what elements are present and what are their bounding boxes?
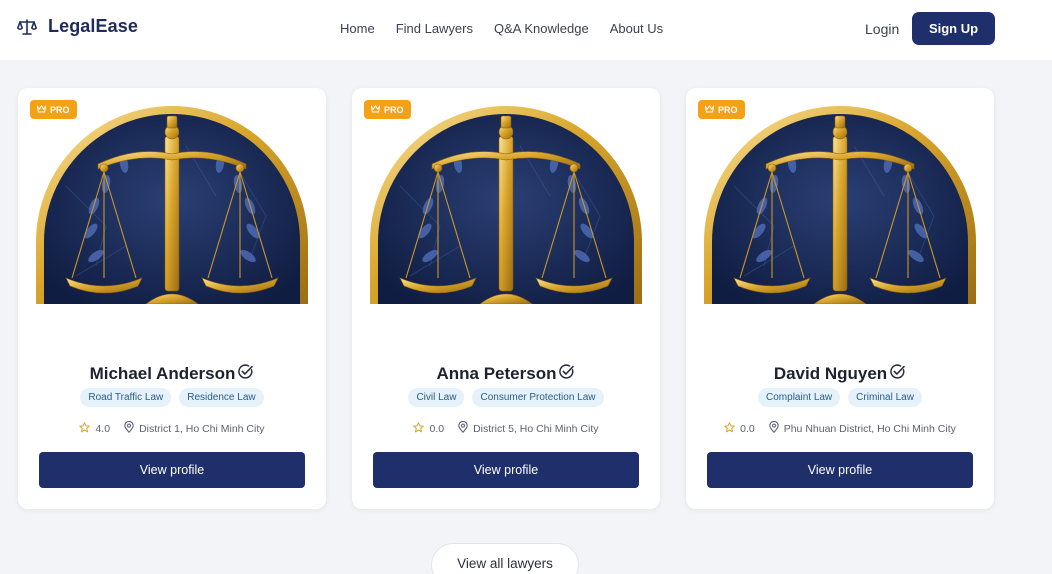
pro-badge: PRO: [364, 100, 411, 119]
nav-find-lawyers[interactable]: Find Lawyers: [396, 21, 473, 36]
view-profile-button[interactable]: View profile: [39, 452, 305, 488]
rating-value: 0.0: [740, 422, 755, 435]
view-profile-button[interactable]: View profile: [373, 452, 639, 488]
lawyer-name-row: Michael Anderson: [18, 363, 326, 385]
brand-name: LegalEase: [48, 16, 138, 36]
view-all-lawyers-button[interactable]: View all lawyers: [431, 543, 579, 574]
lawyer-meta: 0.0 District 5, Ho Chi Minh City: [352, 420, 660, 436]
top-navbar: LegalEase Home Find Lawyers Q&A Knowledg…: [0, 0, 1052, 60]
specialty-tags: Complaint Law Criminal Law: [686, 388, 994, 407]
location-text: District 5, Ho Chi Minh City: [473, 422, 599, 435]
rating-value: 4.0: [95, 422, 111, 435]
crown-icon: [704, 104, 715, 115]
lawyer-photo: [370, 106, 642, 305]
specialty-tag[interactable]: Complaint Law: [758, 388, 841, 407]
location-text: District 1, Ho Chi Minh City: [139, 422, 265, 435]
verified-check-icon: [889, 363, 906, 385]
lawyer-name[interactable]: David Nguyen: [774, 364, 887, 384]
scales-icon: [17, 18, 37, 36]
lawyer-card: PRO Anna Peterson Civil Law Consumer Pro…: [352, 88, 660, 509]
pro-badge-label: PRO: [384, 104, 404, 115]
star-icon: [413, 421, 425, 436]
specialty-tag[interactable]: Consumer Protection Law: [472, 388, 604, 407]
signup-button[interactable]: Sign Up: [912, 12, 995, 45]
specialty-tag[interactable]: Road Traffic Law: [80, 388, 172, 407]
map-pin-icon: [124, 420, 134, 436]
brand-logo[interactable]: LegalEase: [17, 16, 138, 37]
location-text: Phu Nhuan District, Ho Chi Minh City: [783, 422, 956, 435]
rating-value: 0.0: [429, 422, 445, 435]
main-nav: Home Find Lawyers Q&A Knowledge About Us: [340, 21, 663, 36]
lawyer-photo: [704, 106, 976, 305]
pro-badge: PRO: [698, 100, 745, 119]
verified-check-icon: [558, 363, 575, 385]
star-icon: [724, 421, 735, 436]
verified-check-icon: [237, 363, 254, 385]
specialty-tags: Civil Law Consumer Protection Law: [352, 388, 660, 407]
crown-icon: [370, 104, 381, 115]
lawyer-meta: 0.0 Phu Nhuan District, Ho Chi Minh City: [686, 420, 994, 436]
specialty-tag[interactable]: Residence Law: [179, 388, 264, 407]
lawyer-meta: 4.0 District 1, Ho Chi Minh City: [18, 420, 326, 436]
lawyer-name-row: Anna Peterson: [352, 363, 660, 385]
lawyer-name[interactable]: Michael Anderson: [90, 364, 236, 384]
view-profile-button[interactable]: View profile: [707, 452, 973, 488]
pro-badge-label: PRO: [50, 104, 70, 115]
lawyer-photo: [36, 106, 308, 305]
map-pin-icon: [768, 420, 779, 436]
nav-about-us[interactable]: About Us: [610, 21, 663, 36]
map-pin-icon: [458, 420, 468, 436]
specialty-tags: Road Traffic Law Residence Law: [18, 388, 326, 407]
crown-icon: [36, 104, 47, 115]
star-icon: [79, 421, 91, 436]
nav-home[interactable]: Home: [340, 21, 375, 36]
login-link[interactable]: Login: [865, 21, 899, 37]
nav-qa-knowledge[interactable]: Q&A Knowledge: [494, 21, 589, 36]
lawyer-card: PRO David Nguyen Complaint Law Criminal …: [686, 88, 994, 509]
specialty-tag[interactable]: Criminal Law: [848, 388, 922, 407]
lawyer-name[interactable]: Anna Peterson: [437, 364, 557, 384]
pro-badge-label: PRO: [718, 104, 738, 115]
lawyer-card: PRO Michael Anderson Road Traffic Law Re…: [18, 88, 326, 509]
pro-badge: PRO: [30, 100, 77, 119]
specialty-tag[interactable]: Civil Law: [408, 388, 465, 407]
lawyer-name-row: David Nguyen: [686, 363, 994, 385]
